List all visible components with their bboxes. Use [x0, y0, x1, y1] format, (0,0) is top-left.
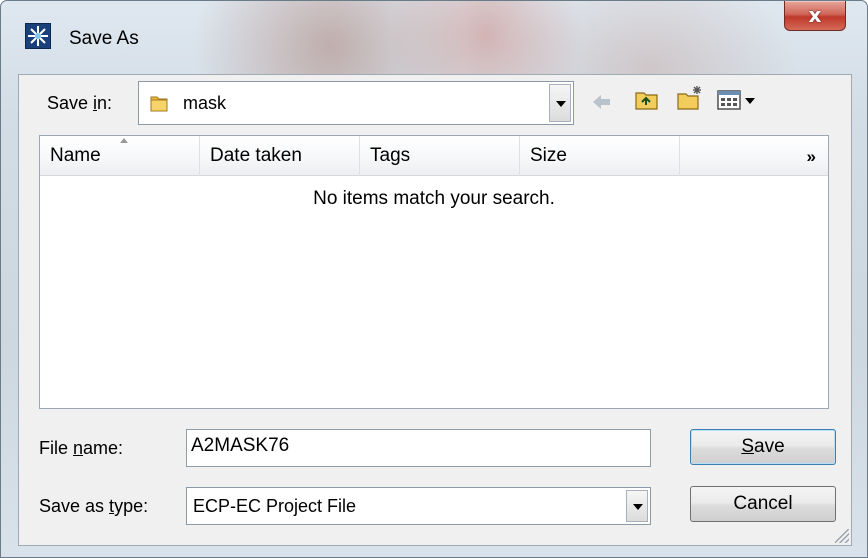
back-arrow-icon[interactable] — [587, 89, 615, 115]
save-in-label: Save in: — [47, 93, 113, 113]
column-header-date-taken[interactable]: Date taken — [200, 136, 360, 176]
file-list[interactable]: Name Date taken Tags Size » No items mat… — [39, 135, 829, 409]
empty-message: No items match your search. — [313, 188, 555, 209]
folder-icon — [150, 96, 168, 112]
column-header-size[interactable]: Size — [520, 136, 680, 176]
save-in-value: mask — [183, 93, 227, 113]
resize-grip[interactable] — [835, 529, 849, 543]
window-title: Save As — [69, 28, 139, 49]
more-columns-icon[interactable]: » — [807, 147, 816, 167]
save-as-dialog: Save As x Save in: mask Name Date taken … — [0, 0, 868, 558]
save-as-type-value: ECP-EC Project File — [193, 496, 357, 516]
file-name-input[interactable]: A2MASK76 — [186, 429, 651, 467]
new-folder-icon[interactable] — [675, 85, 703, 111]
dialog-body: Save in: mask Name Date taken Tags Size … — [18, 74, 852, 546]
close-icon: x — [808, 3, 822, 27]
app-icon — [25, 23, 51, 49]
save-as-type-select[interactable]: ECP-EC Project File — [186, 487, 651, 525]
save-button[interactable]: Save — [690, 429, 836, 465]
view-menu-icon[interactable] — [715, 87, 761, 113]
column-header-name[interactable]: Name — [40, 136, 200, 176]
chevron-down-icon[interactable] — [626, 490, 648, 522]
file-name-label: File name: — [39, 438, 124, 458]
close-button[interactable]: x — [784, 1, 846, 31]
title-bar[interactable]: Save As x — [1, 1, 867, 49]
up-folder-icon[interactable] — [633, 87, 661, 113]
column-header-tags[interactable]: Tags — [360, 136, 520, 176]
sort-arrow-icon — [120, 138, 128, 143]
cancel-button[interactable]: Cancel — [690, 486, 836, 522]
chevron-down-icon[interactable] — [549, 84, 571, 122]
list-header: Name Date taken Tags Size » — [40, 136, 828, 176]
save-in-combo[interactable]: mask — [138, 81, 574, 125]
save-as-type-label: Save as type: — [39, 496, 149, 516]
